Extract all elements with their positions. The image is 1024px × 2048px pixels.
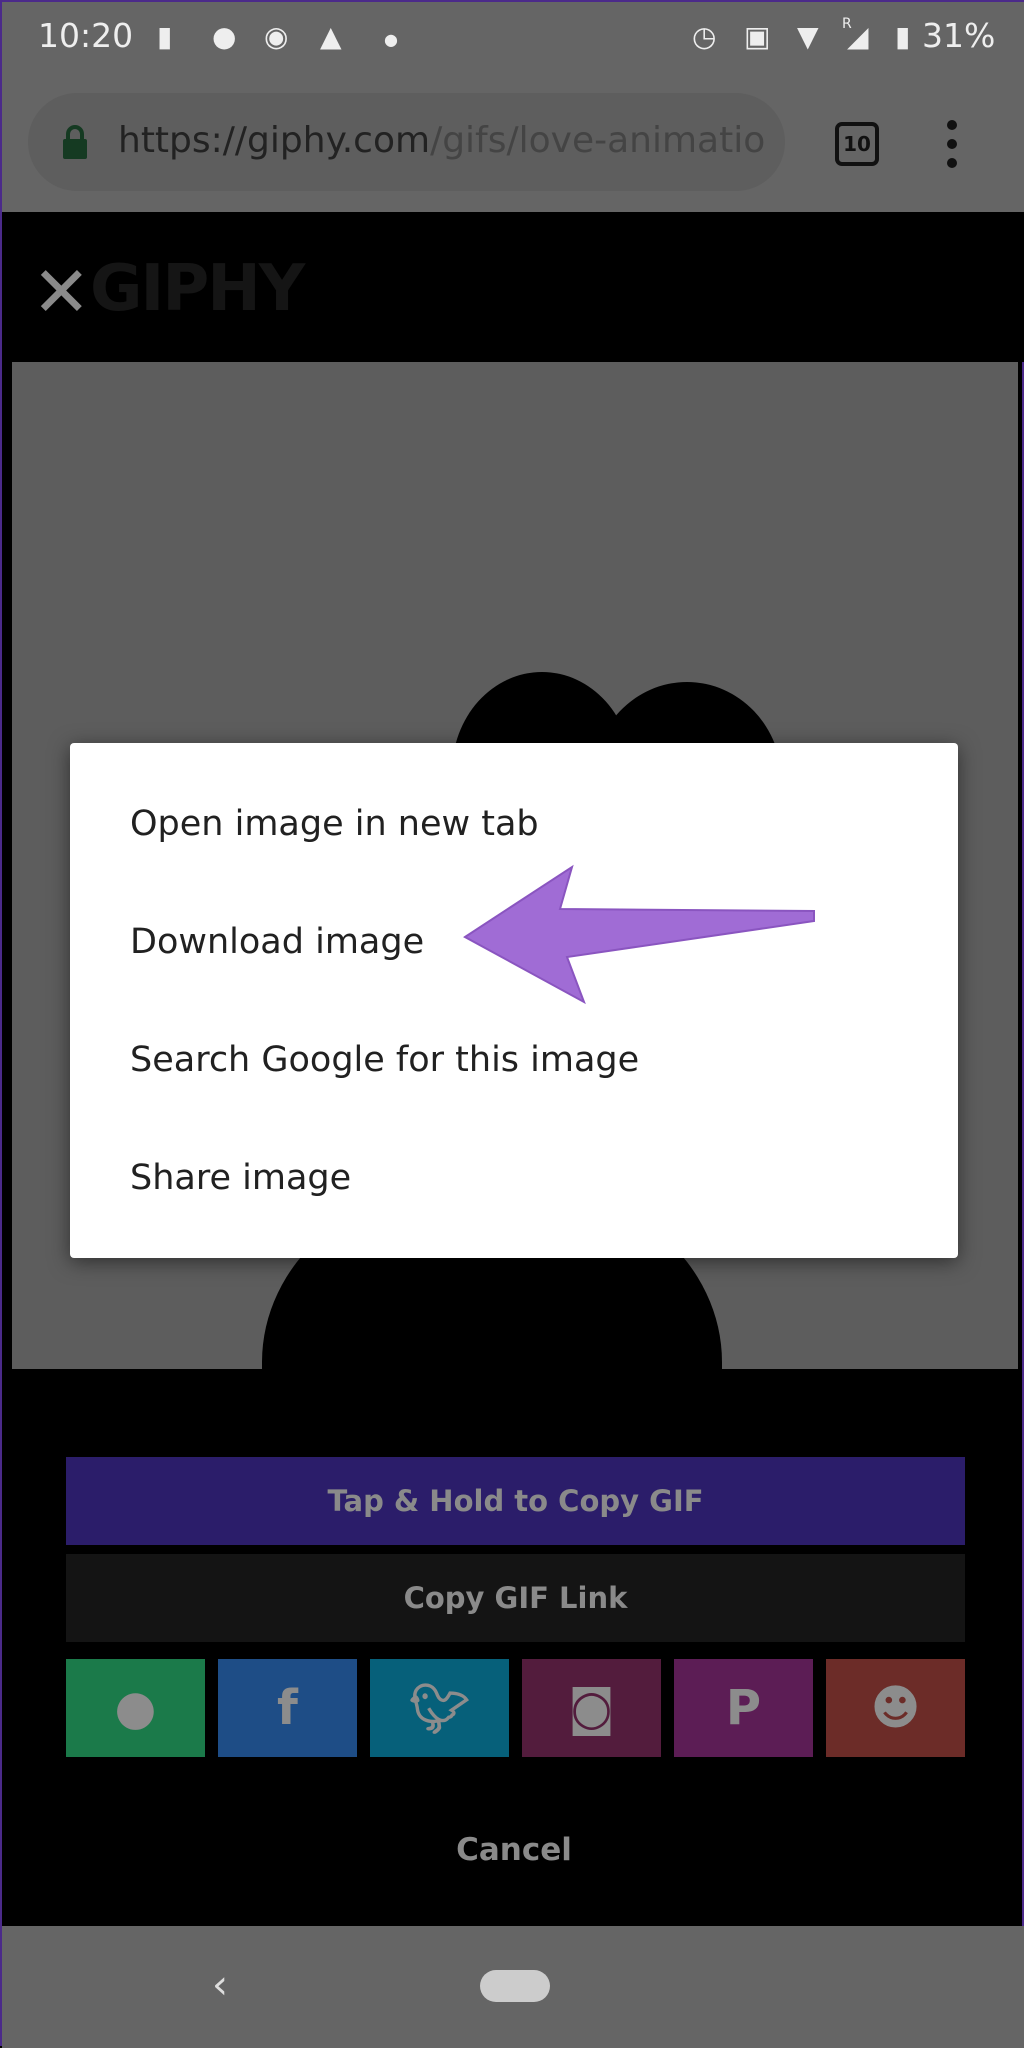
pinterest-icon: P [725,1680,762,1736]
tab-switcher-button[interactable]: 10 [835,122,879,166]
home-button[interactable] [480,1970,550,2002]
bulb-icon: ● [212,20,237,53]
app-notification-icon: ▮ [157,20,173,53]
url-host: https://giphy.com [118,120,431,161]
share-instagram-button[interactable]: ◙ [522,1659,661,1757]
cancel-button[interactable]: Cancel [2,1832,1024,1868]
share-twitter-button[interactable]: 🐦︎ [370,1659,509,1757]
lock-icon [63,125,87,159]
chat-bubble-icon: ● [114,1680,157,1736]
alarm-icon: ◷ [692,20,717,53]
close-icon[interactable]: ✕ [32,257,91,327]
navigation-bar: ‹ [2,1926,1024,2048]
copy-gif-button[interactable]: Tap & Hold to Copy GIF [66,1457,965,1545]
wifi-icon: ▼ [797,20,819,53]
cast-icon: ▣ [744,20,771,53]
copy-link-button[interactable]: Copy GIF Link [66,1554,965,1642]
url-text[interactable]: https://giphy.com/gifs/love-animatio [118,120,765,161]
facebook-icon: f [277,1680,298,1736]
url-path: /gifs/love-animatio [430,120,766,161]
menu-item-search-google[interactable]: Search Google for this image [70,1001,958,1119]
reddit-icon: ☻ [870,1680,921,1736]
share-facebook-button[interactable]: f [218,1659,357,1757]
battery-icon: ▮ [895,20,911,53]
twitter-icon: 🐦︎ [409,1680,470,1737]
share-reddit-button[interactable]: ☻ [826,1659,965,1757]
dot-icon: ● [384,30,398,49]
more-menu-icon[interactable] [947,120,957,170]
back-icon[interactable]: ‹ [212,1962,228,2008]
share-message-button[interactable]: ● [66,1659,205,1757]
instagram-icon: ◙ [568,1680,615,1736]
battery-percent: 31% [922,16,996,55]
bell-icon: ▲ [320,20,342,53]
arrow-annotation-icon [463,864,815,1005]
clock: 10:20 [38,16,134,55]
signal-icon: ◢ [847,20,869,53]
status-bar: 10:20 ▮ ● ◉ ▲ ● ◷ ▣ ▼ R ◢ ▮ 31% https://… [2,2,1024,212]
share-pinterest-button[interactable]: P [674,1659,813,1757]
giphy-logo[interactable]: GIPHY [90,252,305,326]
messenger-icon: ◉ [264,20,289,53]
menu-item-share-image[interactable]: Share image [70,1119,958,1237]
